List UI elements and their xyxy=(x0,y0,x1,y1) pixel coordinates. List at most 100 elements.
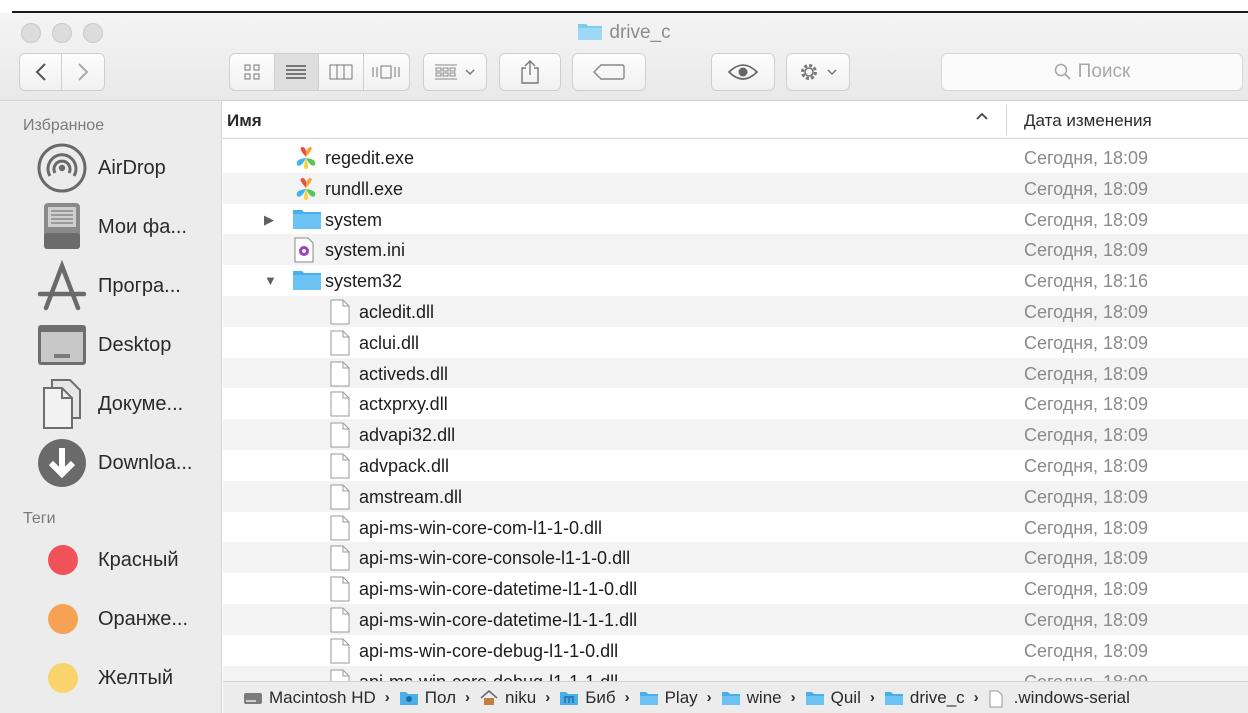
search-input[interactable]: Поиск xyxy=(941,53,1243,91)
cover-flow-button[interactable] xyxy=(364,54,409,90)
file-date: Сегодня, 18:09 xyxy=(1024,240,1149,261)
list-view-button[interactable] xyxy=(274,54,319,90)
window-title-text: drive_c xyxy=(609,22,671,43)
sidebar-item-airdrop[interactable]: AirDrop xyxy=(0,141,222,195)
forward-button[interactable] xyxy=(62,54,104,90)
back-button[interactable] xyxy=(20,54,63,90)
table-row[interactable]: api-ms-win-core-console-l1-1-0.dll Сегодн… xyxy=(223,542,1248,574)
documents-icon xyxy=(36,378,88,430)
table-row[interactable]: regedit.exe Сегодня, 18:09 xyxy=(223,142,1248,173)
tag-icon xyxy=(593,64,625,80)
share-button[interactable] xyxy=(499,53,561,91)
table-row[interactable]: api-ms-win-core-com-l1-1-0.dll Сегодня, 1… xyxy=(223,512,1248,543)
downloads-icon xyxy=(36,437,88,489)
sidebar-tag-yellow[interactable]: Желтый xyxy=(0,651,222,705)
disclosure-expanded-icon[interactable]: ▼ xyxy=(264,273,277,288)
path-crumb[interactable]: wine xyxy=(721,688,782,708)
arrange-button[interactable] xyxy=(423,53,487,91)
file-name: actxprxy.dll xyxy=(359,394,448,415)
table-row[interactable]: api-ms-win-core-debug-l1-1-0.dll Сегодня,… xyxy=(223,635,1248,666)
table-row[interactable]: rundll.exe Сегодня, 18:09 xyxy=(223,172,1248,204)
sidebar-item-label: Красный xyxy=(98,548,179,571)
table-row[interactable]: ▼ system32 Сегодня, 18:16 xyxy=(223,265,1248,296)
table-row[interactable]: actxprxy.dll Сегодня, 18:09 xyxy=(223,388,1248,419)
folder-icon xyxy=(639,690,659,706)
path-crumb[interactable]: Пол xyxy=(399,688,456,708)
path-crumb[interactable]: Play xyxy=(639,688,698,708)
path-separator-icon: › xyxy=(973,689,979,706)
sidebar-tag-red[interactable]: Красный xyxy=(0,533,222,587)
table-row[interactable]: system.ini Сегодня, 18:09 xyxy=(223,234,1248,266)
disclosure-collapsed-icon[interactable]: ▶ xyxy=(264,212,274,228)
file-icon xyxy=(988,690,1008,707)
wine-app-icon xyxy=(293,176,319,202)
folder-icon xyxy=(578,24,603,40)
file-name: system32 xyxy=(325,271,403,292)
applications-icon xyxy=(36,260,88,312)
tag-dot-orange-icon xyxy=(48,604,78,634)
table-row[interactable]: acledit.dll Сегодня, 18:09 xyxy=(223,295,1248,327)
finder-window: drive_c Поиск Избранное AirDrop Мои фа..… xyxy=(0,0,1248,713)
tag-dot-red-icon xyxy=(48,545,78,575)
path-crumb[interactable]: niku xyxy=(479,688,536,708)
table-row[interactable]: aclui.dll Сегодня, 18:09 xyxy=(223,327,1248,358)
file-date: Сегодня, 18:09 xyxy=(1024,486,1149,507)
file-date: Сегодня, 18:09 xyxy=(1024,301,1149,322)
sidebar-item-documents[interactable]: Докуме... xyxy=(0,377,222,431)
file-date: Сегодня, 18:09 xyxy=(1024,209,1149,230)
path-crumb-label: Macintosh HD xyxy=(269,687,376,707)
table-row[interactable]: ▶ system Сегодня, 18:09 xyxy=(223,204,1248,235)
path-crumb[interactable]: Quil xyxy=(805,688,861,708)
chevron-left-icon xyxy=(35,63,46,81)
path-separator-icon: › xyxy=(706,689,712,706)
column-header-date[interactable]: Дата изменения xyxy=(1024,111,1152,131)
table-row[interactable]: api-ms-win-core-datetime-l1-1-0.dll Сегод… xyxy=(223,573,1248,604)
table-row[interactable]: activeds.dll Сегодня, 18:09 xyxy=(223,357,1248,389)
sidebar-item-desktop[interactable]: Desktop xyxy=(0,318,222,372)
path-crumb[interactable]: drive_c xyxy=(884,688,965,708)
file-date: Сегодня, 18:09 xyxy=(1024,672,1148,681)
document-icon xyxy=(329,391,355,417)
path-crumb[interactable]: Биб xyxy=(559,687,616,708)
folder-icon xyxy=(884,690,904,706)
sort-ascending-icon[interactable] xyxy=(975,107,989,128)
view-mode-control xyxy=(229,53,410,91)
table-row[interactable]: advpack.dll Сегодня, 18:09 xyxy=(223,450,1248,481)
edit-tags-button[interactable] xyxy=(572,53,646,91)
column-divider[interactable] xyxy=(1006,105,1007,135)
file-name: aclui.dll xyxy=(359,332,420,353)
sidebar-item-downloads[interactable]: Downloa... xyxy=(0,436,222,490)
document-icon xyxy=(329,576,355,602)
column-header-name[interactable]: Имя xyxy=(227,111,262,131)
file-name: amstream.dll xyxy=(359,486,463,507)
file-name: api-ms-win-core-com-l1-1-0.dll xyxy=(359,517,603,538)
file-name: api-ms-win-core-datetime-l1-1-1.dll xyxy=(359,609,638,630)
path-separator-icon: › xyxy=(624,689,630,706)
file-date: Сегодня, 18:09 xyxy=(1024,148,1149,168)
document-icon xyxy=(329,361,355,387)
path-crumb[interactable]: Macintosh HD xyxy=(243,688,376,708)
table-row[interactable]: advapi32.dll Сегодня, 18:09 xyxy=(223,419,1248,450)
column-view-button[interactable] xyxy=(319,54,364,90)
hard-drive-icon xyxy=(243,690,263,706)
chevron-right-icon xyxy=(78,63,89,81)
sidebar-item-label: Програ... xyxy=(98,274,181,297)
path-crumb-label: Биб xyxy=(585,687,616,707)
file-date: Сегодня, 18:09 xyxy=(1024,548,1149,569)
table-row[interactable]: api-ms-win-core-debug-l1-1-1.dll Сегодня,… xyxy=(223,665,1248,681)
path-bar: Macintosh HD › Пол › niku › Биб › Play › wine › Quil… xyxy=(223,681,1248,713)
path-crumb-label: Play xyxy=(664,687,698,707)
quick-look-button[interactable] xyxy=(711,53,775,91)
file-date: Сегодня, 18:09 xyxy=(1024,425,1149,446)
path-crumb[interactable]: .windows-serial xyxy=(988,688,1130,708)
users-folder-icon xyxy=(399,690,419,706)
sidebar-item-applications[interactable]: Програ... xyxy=(0,259,222,313)
sidebar-tag-orange[interactable]: Оранже... xyxy=(0,592,222,646)
table-row[interactable]: api-ms-win-core-datetime-l1-1-1.dll Сегод… xyxy=(223,603,1248,635)
table-row[interactable]: amstream.dll Сегодня, 18:09 xyxy=(223,480,1248,512)
sidebar-item-all-files[interactable]: Мои фа... xyxy=(0,200,222,254)
file-name: advapi32.dll xyxy=(359,425,456,446)
action-menu-button[interactable] xyxy=(786,53,850,91)
path-separator-icon: › xyxy=(545,689,551,706)
icon-view-button[interactable] xyxy=(230,54,275,90)
